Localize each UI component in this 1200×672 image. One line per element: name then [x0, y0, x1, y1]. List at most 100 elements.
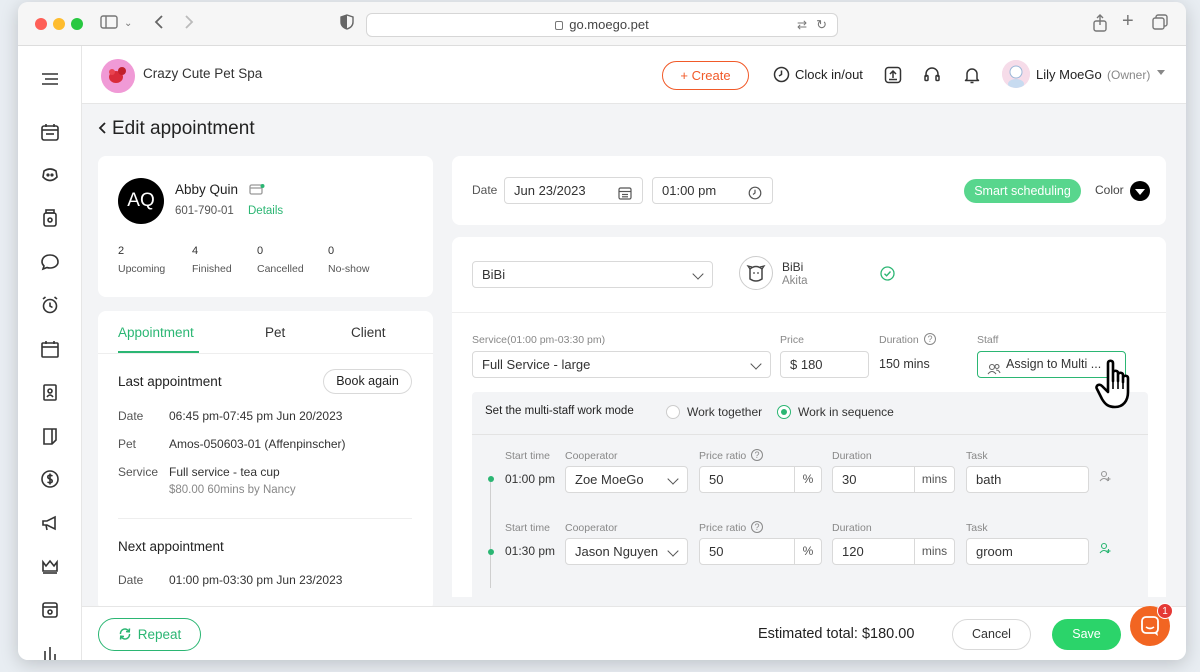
retail-icon[interactable]	[39, 207, 61, 229]
assign-staff-icon[interactable]	[1099, 470, 1112, 486]
create-label: Create	[691, 68, 731, 83]
bell-icon[interactable]	[963, 66, 981, 87]
repeat-icon	[118, 621, 132, 652]
new-tab-icon[interactable]: +	[1122, 11, 1134, 31]
reload-icon[interactable]: ↻	[816, 14, 827, 36]
save-button[interactable]: Save	[1052, 619, 1121, 650]
mins-unit: mins	[914, 539, 954, 564]
duration-input[interactable]: 120 mins	[832, 538, 955, 565]
tab-appointment[interactable]: Appointment	[118, 325, 194, 340]
megaphone-icon[interactable]	[39, 512, 61, 534]
date-picker[interactable]: Jun 23/2023	[504, 177, 643, 204]
color-picker[interactable]	[1130, 181, 1150, 201]
cooperator-select[interactable]: Jason Nguyen	[565, 538, 688, 565]
dollar-icon[interactable]	[39, 468, 61, 490]
client-card: AQ Abby Quin 601-790-01 Details 2 Upcomi…	[98, 156, 433, 297]
radio-work-in-sequence[interactable]	[777, 405, 791, 419]
duration-label: Duration	[832, 522, 872, 534]
next-date-label: Date	[118, 573, 144, 587]
cooperator-label: Cooperator	[565, 450, 618, 462]
close-window-button[interactable]	[35, 18, 47, 30]
cooperator-value: Zoe MoeGo	[575, 472, 644, 487]
headset-icon[interactable]	[923, 66, 941, 87]
shield-icon[interactable]	[340, 14, 354, 36]
clock-icon	[773, 66, 790, 86]
forward-icon[interactable]	[184, 14, 194, 36]
alarm-clock-icon[interactable]	[39, 294, 61, 316]
settings-box-icon[interactable]	[39, 598, 61, 620]
client-details-link[interactable]: Details	[248, 205, 283, 217]
chevron-down-icon[interactable]: ⌄	[124, 14, 132, 34]
staff-badge-icon[interactable]	[39, 381, 61, 403]
message-icon[interactable]	[39, 251, 61, 273]
create-button[interactable]: + Create	[662, 61, 749, 90]
cooperator-select[interactable]: Zoe MoeGo	[565, 466, 688, 493]
task-input[interactable]: groom	[966, 538, 1089, 565]
last-date-value: 06:45 pm-07:45 pm Jun 20/2023	[169, 409, 343, 423]
crown-icon[interactable]	[39, 555, 61, 577]
price-ratio-input[interactable]: 50 %	[699, 466, 822, 493]
chat-launcher-button[interactable]: 1	[1130, 603, 1173, 646]
book-again-button[interactable]: Book again	[323, 369, 412, 394]
user-name[interactable]: Lily MoeGo	[1036, 67, 1102, 82]
avatar[interactable]	[1002, 60, 1030, 88]
caret-down-icon[interactable]	[1157, 70, 1165, 75]
work-together-label[interactable]: Work together	[687, 405, 762, 419]
service-select[interactable]: Full Service - large	[472, 351, 771, 378]
pet-select[interactable]: BiBi	[472, 261, 713, 288]
estimated-total: Estimated total: $180.00	[758, 626, 915, 642]
address-bar[interactable]: go.moego.pet ⇄ ↻	[366, 13, 838, 37]
last-appointment-heading: Last appointment	[118, 374, 222, 389]
minimize-window-button[interactable]	[53, 18, 65, 30]
lock-icon	[555, 21, 564, 30]
start-time-label: Start time	[505, 450, 550, 462]
service-value: Full Service - large	[482, 357, 591, 372]
multi-staff-panel: Set the multi-staff work mode Work toget…	[472, 392, 1148, 597]
tabs-overview-icon[interactable]	[1152, 14, 1168, 36]
share-icon[interactable]	[1093, 14, 1107, 38]
sidebar-toggle-icon[interactable]	[100, 14, 118, 36]
tab-pet[interactable]: Pet	[265, 325, 285, 340]
smart-scheduling-button[interactable]: Smart scheduling	[964, 179, 1081, 203]
help-icon[interactable]: ?	[751, 521, 763, 533]
stat-finished-label: Finished	[192, 263, 232, 275]
service-card: BiBi BiBi Akita Service(01:00 pm-03:30 p…	[452, 237, 1166, 597]
maximize-window-button[interactable]	[71, 18, 83, 30]
tab-client[interactable]: Client	[351, 325, 386, 340]
pet-icon[interactable]	[39, 164, 61, 186]
cancel-button[interactable]: Cancel	[952, 619, 1031, 650]
duration-input[interactable]: 30 mins	[832, 466, 955, 493]
report-icon[interactable]	[39, 425, 61, 447]
price-ratio-input[interactable]: 50 %	[699, 538, 822, 565]
time-picker[interactable]: 01:00 pm	[652, 177, 773, 204]
last-date-label: Date	[118, 409, 144, 423]
schedule-icon[interactable]	[39, 338, 61, 360]
task-input[interactable]: bath	[966, 466, 1089, 493]
back-icon[interactable]	[154, 14, 164, 36]
percent-unit: %	[794, 467, 821, 492]
calendar-icon[interactable]	[39, 121, 61, 143]
cooperator-value: Jason Nguyen	[575, 544, 659, 559]
timeline-dot	[488, 549, 494, 555]
clock-in-out-button[interactable]: Clock in/out	[795, 67, 863, 82]
client-phone: 601-790-01	[175, 205, 234, 217]
help-icon[interactable]: ?	[751, 449, 763, 461]
assign-staff-icon[interactable]	[1099, 542, 1112, 558]
client-name[interactable]: Abby Quin	[175, 182, 238, 197]
client-avatar: AQ	[118, 178, 164, 224]
back-arrow-icon[interactable]	[98, 121, 108, 138]
bar-chart-icon[interactable]	[39, 642, 61, 660]
radio-work-together[interactable]	[666, 405, 680, 419]
next-date-value: 01:00 pm-03:30 pm Jun 23/2023	[169, 573, 343, 587]
menu-icon[interactable]	[39, 68, 61, 90]
browser-window: ⌄ go.moego.pet ⇄ ↻ + Crazy Cute Pet Spa	[18, 2, 1186, 660]
translate-icon[interactable]: ⇄	[797, 14, 807, 36]
help-icon[interactable]: ?	[924, 333, 936, 345]
price-input[interactable]: $ 180	[780, 351, 869, 378]
price-label: Price	[780, 334, 804, 346]
last-service-label: Service	[118, 465, 159, 479]
work-in-sequence-label[interactable]: Work in sequence	[798, 405, 894, 419]
upload-icon[interactable]	[884, 66, 902, 87]
repeat-button[interactable]: Repeat	[98, 618, 201, 651]
color-label: Color	[1095, 183, 1124, 197]
